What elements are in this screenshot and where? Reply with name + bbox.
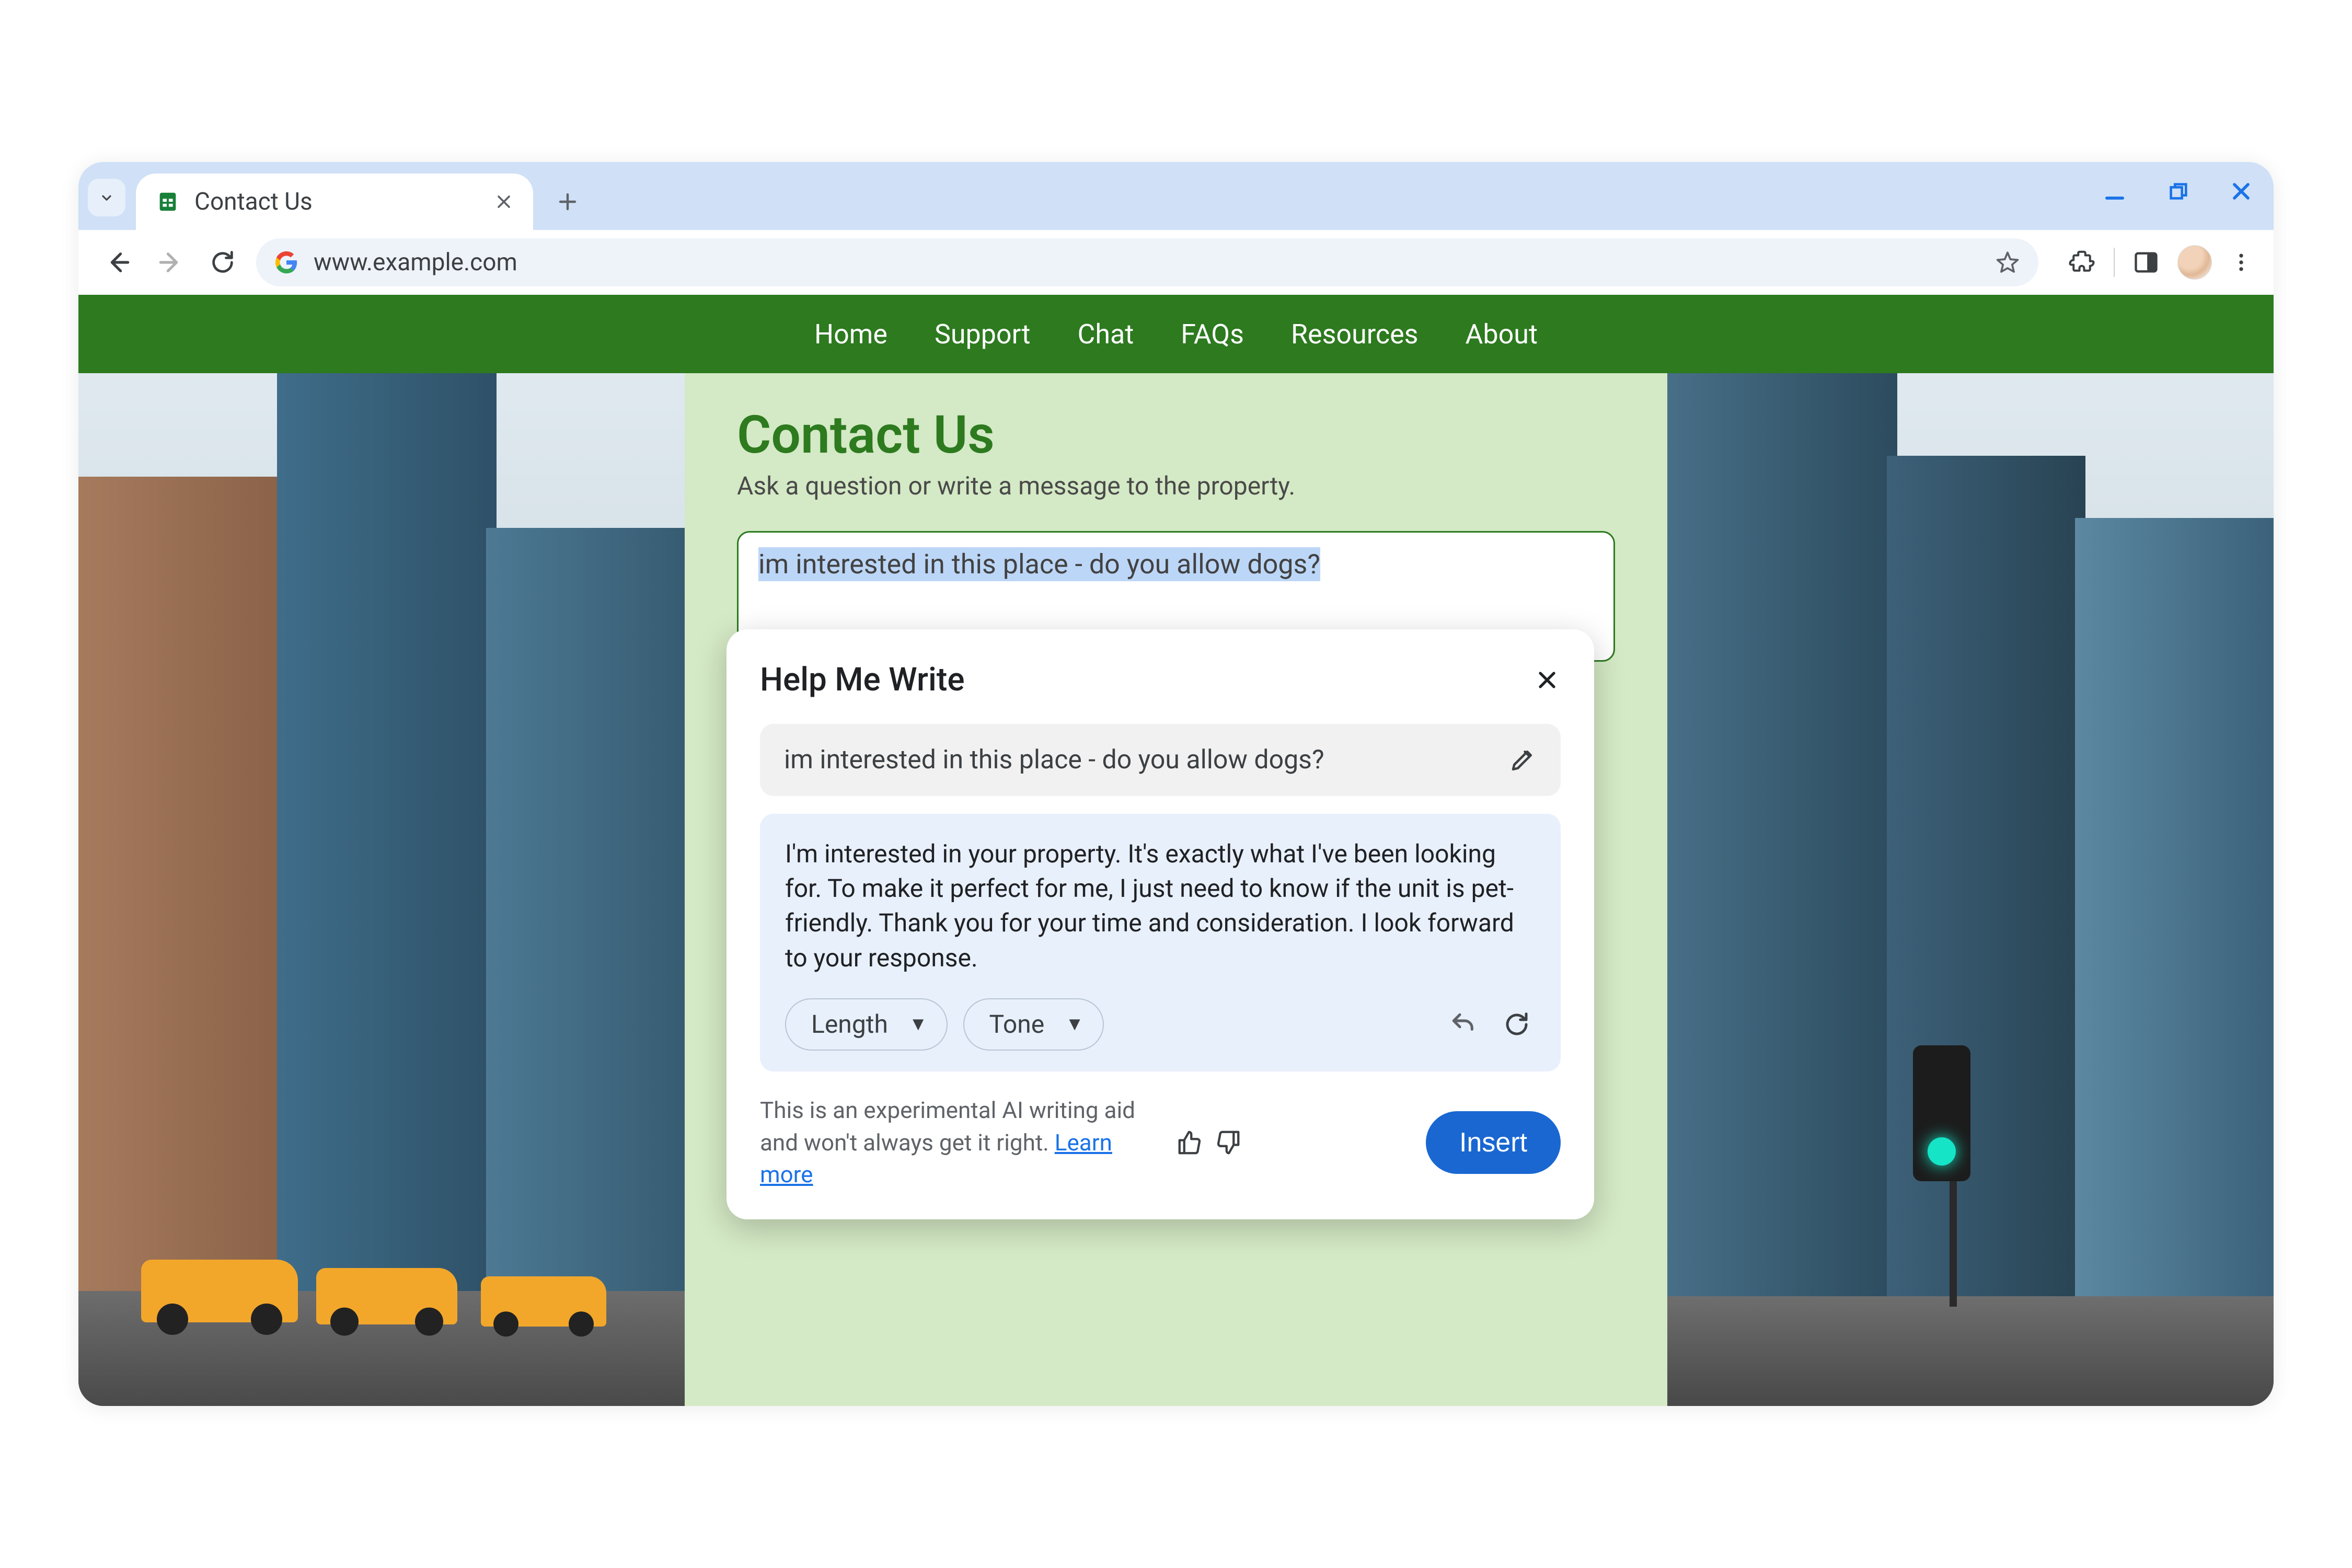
edit-prompt-button[interactable] [1508, 746, 1537, 774]
length-label: Length [811, 1007, 888, 1042]
regenerate-button[interactable] [1498, 1006, 1536, 1043]
overflow-menu-button[interactable] [2230, 251, 2253, 274]
nav-resources[interactable]: Resources [1291, 318, 1419, 350]
hmw-disclaimer: This is an experimental AI writing aid a… [760, 1094, 1157, 1191]
thumbs-down-button[interactable] [1214, 1128, 1242, 1157]
reload-button[interactable] [204, 244, 241, 281]
nav-home[interactable]: Home [814, 318, 887, 350]
nav-support[interactable]: Support [935, 318, 1031, 350]
undo-button[interactable] [1445, 1006, 1482, 1043]
help-me-write-panel: Help Me Write im interested in this plac… [727, 629, 1594, 1219]
chevron-down-icon: ▼ [909, 1011, 928, 1037]
page-subtitle: Ask a question or write a message to the… [737, 471, 1615, 501]
hmw-prompt-text: im interested in this place - do you all… [784, 745, 1324, 775]
browser-window: Contact Us www.example.com [78, 162, 2274, 1406]
thumbs-up-button[interactable] [1176, 1128, 1204, 1157]
browser-toolbar: www.example.com [78, 230, 2274, 295]
hmw-result-box: I'm interested in your property. It's ex… [760, 814, 1561, 1071]
nav-faqs[interactable]: FAQs [1181, 318, 1244, 350]
bookmark-button[interactable] [1994, 249, 2021, 275]
page-viewport: Home Support Chat FAQs Resources About C… [78, 295, 2274, 1406]
hero-image-right [1667, 373, 2274, 1406]
forward-button[interactable] [152, 244, 189, 281]
page-heading: Contact Us [737, 405, 1615, 466]
hmw-result-text: I'm interested in your property. It's ex… [785, 837, 1536, 975]
close-tab-button[interactable] [493, 191, 514, 212]
hmw-title: Help Me Write [760, 661, 965, 699]
browser-tab[interactable]: Contact Us [136, 174, 533, 230]
hmw-prompt-row: im interested in this place - do you all… [760, 724, 1561, 796]
minimize-button[interactable] [2101, 178, 2128, 205]
back-button[interactable] [99, 244, 137, 281]
hmw-close-button[interactable] [1534, 666, 1561, 694]
extensions-button[interactable] [2068, 248, 2096, 276]
nav-chat[interactable]: Chat [1077, 318, 1134, 350]
nav-about[interactable]: About [1466, 318, 1538, 350]
url-text: www.example.com [314, 248, 1980, 276]
separator [2114, 248, 2115, 277]
hero-image-left [78, 373, 685, 1406]
tone-label: Tone [989, 1007, 1045, 1042]
window-controls [2101, 178, 2255, 205]
close-window-button[interactable] [2228, 178, 2255, 205]
side-panel-button[interactable] [2132, 249, 2160, 276]
content-panel: Contact Us Ask a question or write a mes… [695, 373, 1657, 1406]
message-text: im interested in this place - do you all… [758, 547, 1320, 581]
maximize-button[interactable] [2166, 178, 2190, 205]
address-bar[interactable]: www.example.com [256, 238, 2038, 286]
tab-title: Contact Us [194, 188, 313, 216]
chevron-down-icon: ▼ [1065, 1011, 1084, 1037]
insert-button[interactable]: Insert [1426, 1111, 1561, 1174]
tone-dropdown[interactable]: Tone ▼ [963, 998, 1104, 1051]
site-nav: Home Support Chat FAQs Resources About [78, 295, 2274, 373]
length-dropdown[interactable]: Length ▼ [785, 998, 948, 1051]
tab-search-button[interactable] [88, 179, 125, 216]
google-icon [274, 250, 299, 275]
new-tab-button[interactable] [549, 183, 586, 221]
tab-strip: Contact Us [78, 162, 2274, 230]
sheets-icon [155, 189, 181, 215]
profile-avatar[interactable] [2177, 245, 2212, 280]
